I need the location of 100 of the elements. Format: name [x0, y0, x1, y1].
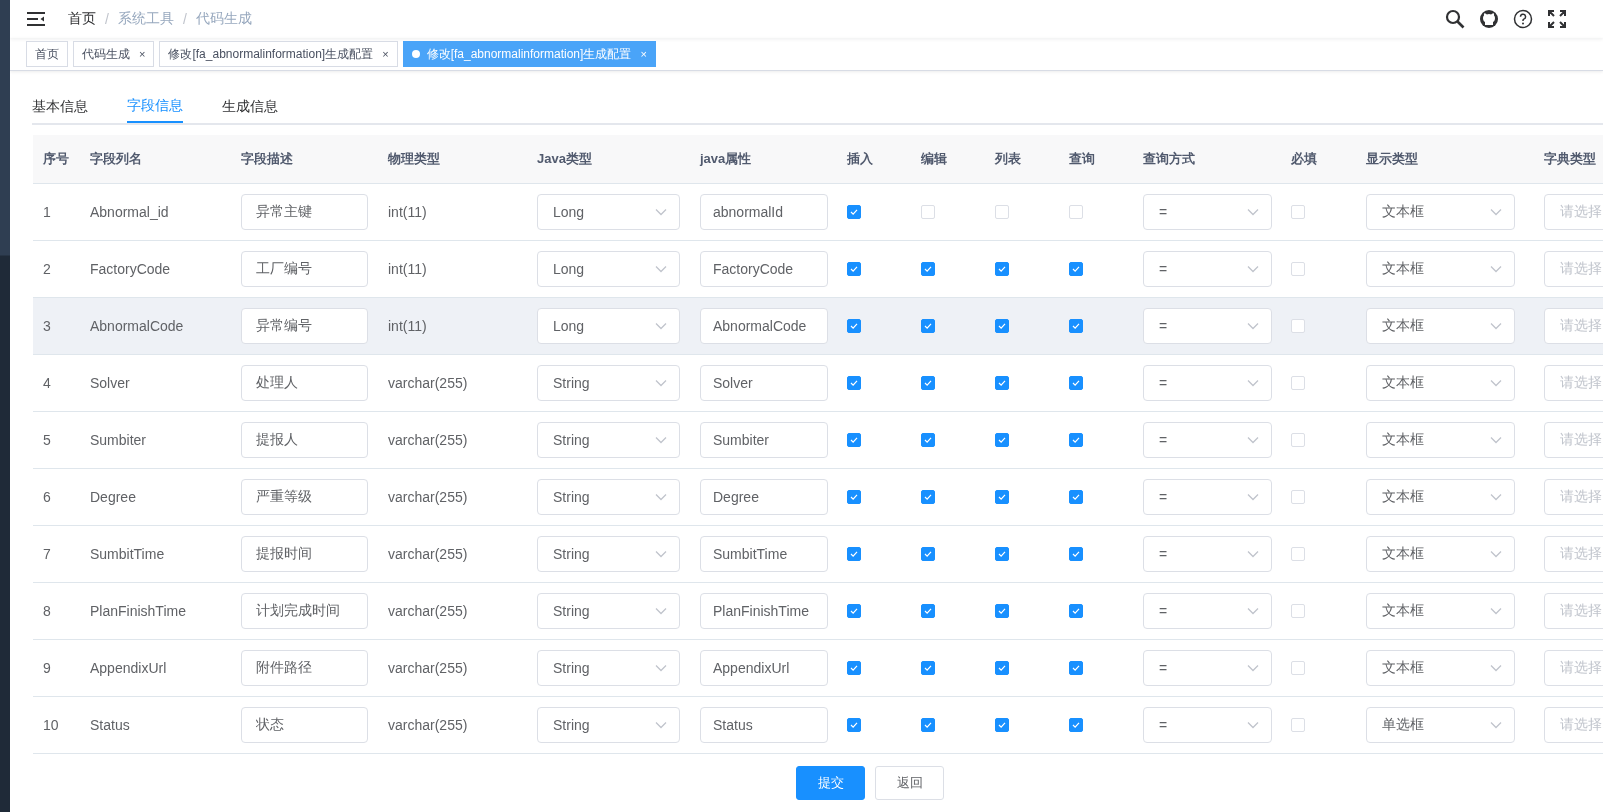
query-type-select[interactable]: = — [1143, 593, 1272, 629]
description-field[interactable]: 状态 — [241, 707, 368, 743]
checkbox[interactable] — [995, 718, 1009, 732]
checkbox[interactable] — [847, 433, 861, 447]
java-type-select[interactable]: String — [537, 479, 680, 515]
java-field-input[interactable]: Degree — [700, 479, 828, 515]
query-type-select[interactable]: = — [1143, 365, 1272, 401]
java-field-input[interactable]: SumbitTime — [700, 536, 828, 572]
checkbox[interactable] — [1069, 433, 1083, 447]
java-field-input[interactable]: PlanFinishTime — [700, 593, 828, 629]
close-icon[interactable]: × — [382, 48, 389, 60]
checkbox[interactable] — [847, 319, 861, 333]
description-field[interactable]: 计划完成时间 — [241, 593, 368, 629]
checkbox[interactable] — [921, 547, 935, 561]
checkbox[interactable] — [847, 661, 861, 675]
query-type-select[interactable]: = — [1143, 650, 1272, 686]
java-type-select[interactable]: Long — [537, 251, 680, 287]
checkbox[interactable] — [1069, 604, 1083, 618]
checkbox[interactable] — [921, 376, 935, 390]
checkbox[interactable] — [921, 661, 935, 675]
checkbox[interactable] — [921, 433, 935, 447]
checkbox[interactable] — [1069, 547, 1083, 561]
search-icon[interactable] — [1445, 9, 1465, 29]
display-type-select[interactable]: 文本框 — [1366, 365, 1515, 401]
checkbox[interactable] — [1069, 490, 1083, 504]
description-field[interactable]: 处理人 — [241, 365, 368, 401]
description-field[interactable]: 异常主键 — [241, 194, 368, 230]
checkbox[interactable] — [995, 547, 1009, 561]
description-field[interactable]: 严重等级 — [241, 479, 368, 515]
display-type-select[interactable]: 文本框 — [1366, 593, 1515, 629]
breadcrumb-item[interactable]: 首页 — [68, 10, 96, 28]
checkbox[interactable] — [1069, 718, 1083, 732]
checkbox[interactable] — [995, 262, 1009, 276]
query-type-select[interactable]: = — [1143, 479, 1272, 515]
checkbox[interactable] — [995, 661, 1009, 675]
java-field-input[interactable]: FactoryCode — [700, 251, 828, 287]
close-icon[interactable]: × — [139, 48, 146, 60]
back-button[interactable]: 返回 — [875, 766, 944, 800]
checkbox[interactable] — [995, 490, 1009, 504]
tab[interactable]: 基本信息 — [32, 91, 88, 123]
java-type-select[interactable]: String — [537, 650, 680, 686]
checkbox[interactable] — [847, 490, 861, 504]
checkbox[interactable] — [847, 547, 861, 561]
checkbox[interactable] — [1069, 376, 1083, 390]
checkbox[interactable] — [921, 262, 935, 276]
checkbox[interactable] — [995, 376, 1009, 390]
description-field[interactable]: 异常编号 — [241, 308, 368, 344]
display-type-select[interactable]: 文本框 — [1366, 536, 1515, 572]
query-type-select[interactable]: = — [1143, 707, 1272, 743]
query-type-select[interactable]: = — [1143, 251, 1272, 287]
checkbox[interactable] — [995, 433, 1009, 447]
java-field-input[interactable]: Solver — [700, 365, 828, 401]
display-type-select[interactable]: 单选框 — [1366, 707, 1515, 743]
checkbox[interactable] — [847, 205, 861, 219]
checkbox[interactable] — [847, 376, 861, 390]
fullscreen-icon[interactable] — [1547, 9, 1567, 29]
java-type-select[interactable]: String — [537, 536, 680, 572]
checkbox[interactable] — [921, 718, 935, 732]
checkbox[interactable] — [921, 490, 935, 504]
display-type-select[interactable]: 文本框 — [1366, 251, 1515, 287]
description-field[interactable]: 提报时间 — [241, 536, 368, 572]
checkbox[interactable] — [847, 604, 861, 618]
help-icon[interactable] — [1513, 9, 1533, 29]
display-type-select[interactable]: 文本框 — [1366, 650, 1515, 686]
page-tag[interactable]: 修改[fa_abnormalinformation]生成配置 × — [159, 41, 398, 67]
display-type-select[interactable]: 文本框 — [1366, 422, 1515, 458]
checkbox[interactable] — [1069, 319, 1083, 333]
menu-icon[interactable] — [27, 12, 45, 26]
description-field[interactable]: 工厂编号 — [241, 251, 368, 287]
checkbox[interactable] — [921, 319, 935, 333]
java-field-input[interactable]: Status — [700, 707, 828, 743]
checkbox[interactable] — [995, 319, 1009, 333]
checkbox[interactable] — [847, 262, 861, 276]
java-type-select[interactable]: String — [537, 593, 680, 629]
query-type-select[interactable]: = — [1143, 308, 1272, 344]
tab[interactable]: 字段信息 — [127, 91, 183, 123]
display-type-select[interactable]: 文本框 — [1366, 194, 1515, 230]
java-field-input[interactable]: AbnormalCode — [700, 308, 828, 344]
java-type-select[interactable]: String — [537, 422, 680, 458]
description-field[interactable]: 提报人 — [241, 422, 368, 458]
checkbox[interactable] — [995, 604, 1009, 618]
java-type-select[interactable]: Long — [537, 194, 680, 230]
query-type-select[interactable]: = — [1143, 422, 1272, 458]
query-type-select[interactable]: = — [1143, 194, 1272, 230]
checkbox[interactable] — [1069, 661, 1083, 675]
display-type-select[interactable]: 文本框 — [1366, 308, 1515, 344]
query-type-select[interactable]: = — [1143, 536, 1272, 572]
java-type-select[interactable]: Long — [537, 308, 680, 344]
java-type-select[interactable]: String — [537, 365, 680, 401]
display-type-select[interactable]: 文本框 — [1366, 479, 1515, 515]
description-field[interactable]: 附件路径 — [241, 650, 368, 686]
checkbox[interactable] — [921, 604, 935, 618]
page-tag[interactable]: 首页 — [26, 41, 68, 67]
tab[interactable]: 生成信息 — [222, 91, 278, 123]
checkbox[interactable] — [847, 718, 861, 732]
java-field-input[interactable]: abnormalId — [700, 194, 828, 230]
java-field-input[interactable]: AppendixUrl — [700, 650, 828, 686]
page-tag[interactable]: 代码生成 × — [73, 41, 155, 67]
java-type-select[interactable]: String — [537, 707, 680, 743]
java-field-input[interactable]: Sumbiter — [700, 422, 828, 458]
